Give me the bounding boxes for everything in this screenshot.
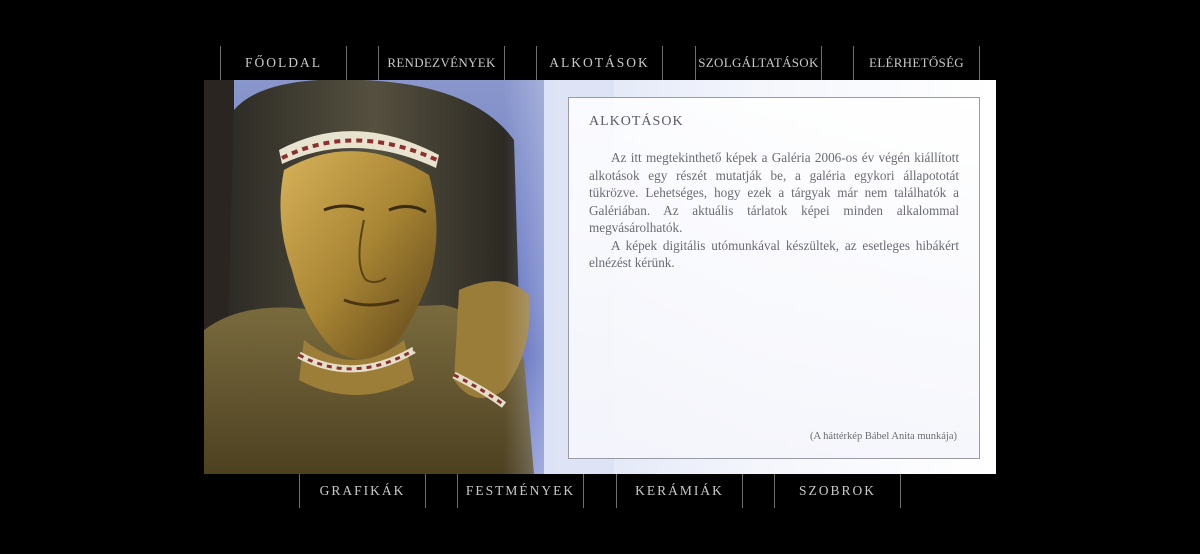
- content-stage: ALKOTÁSOK Az itt megtekinthető képek a G…: [204, 80, 996, 474]
- intro-paragraph-1: Az itt megtekinthető képek a Galéria 200…: [589, 150, 959, 235]
- background-credit: (A háttérkép Bábel Anita munkája): [810, 431, 957, 442]
- nav-item-keramiak[interactable]: KERÁMIÁK: [616, 474, 743, 508]
- intro-paragraph-2: A képek digitális utómunkával készültek,…: [589, 237, 959, 271]
- egyptian-sculpture-image: [204, 80, 534, 474]
- bottom-navigation: GRAFIKÁK FESTMÉNYEK KERÁMIÁK SZOBROK: [204, 474, 996, 508]
- page-title: ALKOTÁSOK: [589, 114, 684, 129]
- nav-item-rendezvenyek[interactable]: RENDEZVÉNYEK: [378, 46, 505, 80]
- top-navigation: FŐOLDAL RENDEZVÉNYEK ALKOTÁSOK SZOLGÁLTA…: [204, 46, 996, 80]
- content-panel: ALKOTÁSOK Az itt megtekinthető képek a G…: [568, 97, 980, 459]
- sculpture-photo: [204, 80, 544, 474]
- nav-item-fooldal[interactable]: FŐOLDAL: [220, 46, 347, 80]
- nav-item-szobrok[interactable]: SZOBROK: [774, 474, 901, 508]
- nav-item-grafikak[interactable]: GRAFIKÁK: [299, 474, 426, 508]
- nav-item-szolgaltatasok[interactable]: SZOLGÁLTATÁSOK: [695, 46, 822, 80]
- nav-item-elerhetoseg[interactable]: ELÉRHETŐSÉG: [853, 46, 980, 80]
- intro-text: Az itt megtekinthető képek a Galéria 200…: [589, 149, 959, 272]
- nav-item-festmenyek[interactable]: FESTMÉNYEK: [457, 474, 584, 508]
- nav-item-alkotasok[interactable]: ALKOTÁSOK: [536, 46, 663, 80]
